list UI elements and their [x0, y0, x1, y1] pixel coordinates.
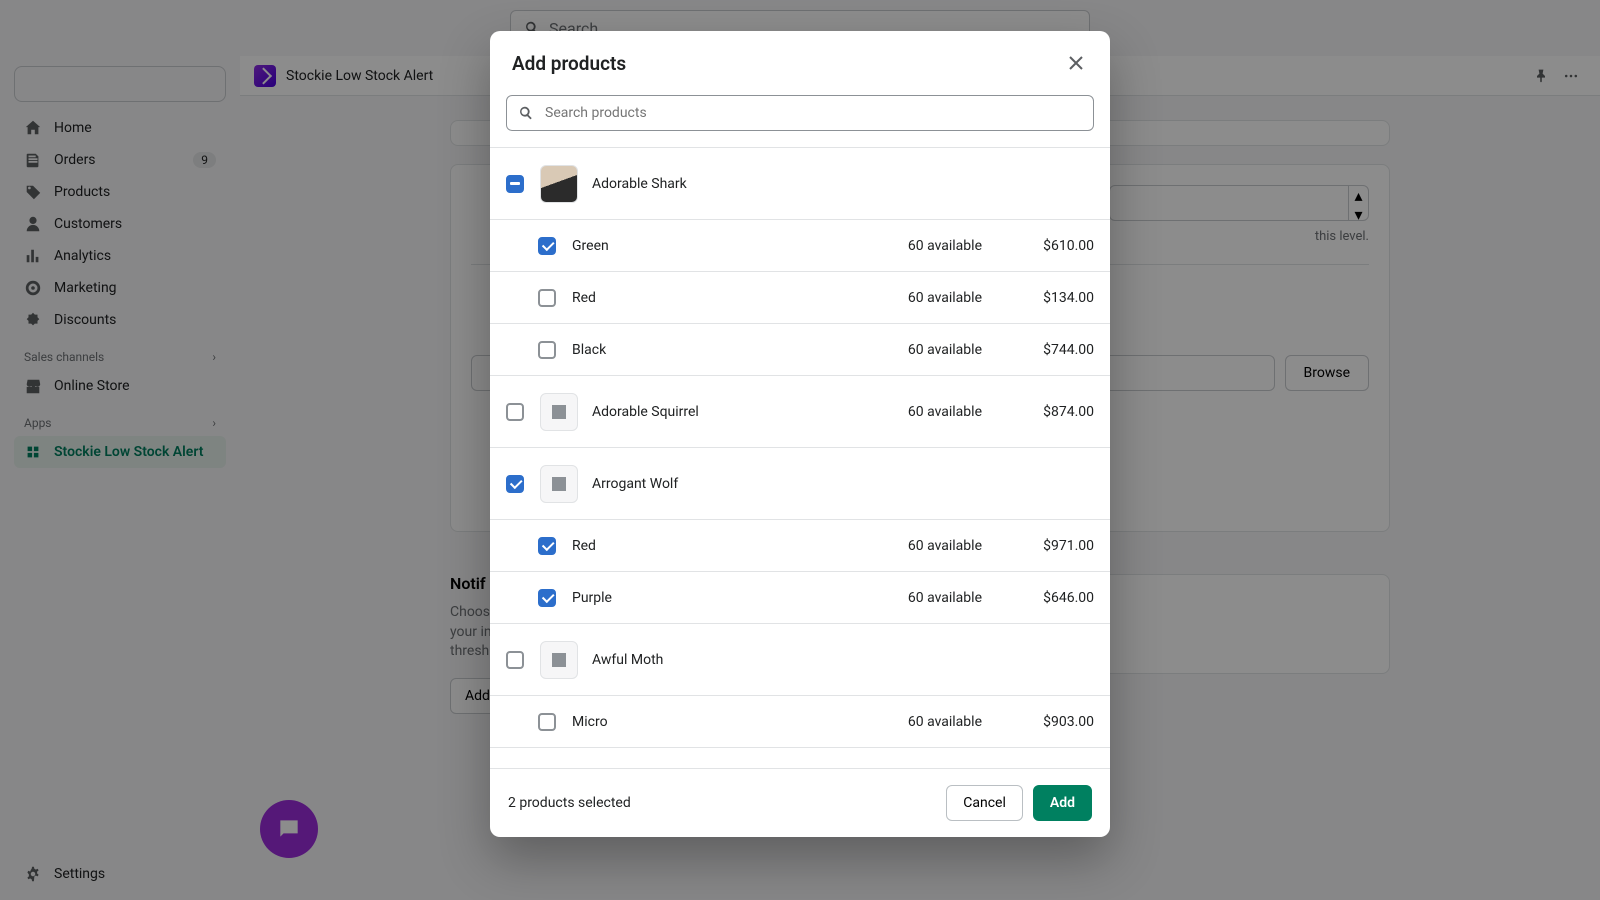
variant-price: $646.00: [1006, 590, 1094, 606]
product-thumbnail: [540, 641, 578, 679]
image-icon: [549, 650, 569, 670]
checkbox[interactable]: [506, 475, 524, 493]
checkbox[interactable]: [538, 713, 556, 731]
product-row[interactable]: Arrogant Wolf: [490, 448, 1110, 520]
variant-available: 60 available: [908, 238, 982, 254]
variant-available: 60 available: [908, 538, 982, 554]
variant-available: 60 available: [908, 290, 982, 306]
variant-row[interactable]: Purple 60 available $646.00: [490, 572, 1110, 624]
image-icon: [549, 474, 569, 494]
checkbox[interactable]: [538, 341, 556, 359]
cancel-button[interactable]: Cancel: [946, 785, 1023, 821]
variant-price: $903.00: [1006, 714, 1094, 730]
checkbox[interactable]: [538, 537, 556, 555]
product-thumbnail: [540, 393, 578, 431]
variant-name: Red: [572, 290, 596, 306]
variant-available: 60 available: [908, 714, 982, 730]
variant-row[interactable]: Red 60 available $134.00: [490, 272, 1110, 324]
checkbox[interactable]: [538, 589, 556, 607]
modal-title: Add products: [512, 52, 626, 75]
close-icon: [1066, 53, 1086, 73]
close-button[interactable]: [1064, 51, 1088, 75]
product-search-input[interactable]: [545, 105, 1083, 121]
variant-row[interactable]: Green 60 available $610.00: [490, 220, 1110, 272]
checkbox[interactable]: [506, 403, 524, 421]
product-price: $874.00: [1006, 404, 1094, 420]
image-icon: [549, 402, 569, 422]
product-row[interactable]: Adorable Squirrel 60 available $874.00: [490, 376, 1110, 448]
product-row[interactable]: Adorable Shark: [490, 148, 1110, 220]
variant-row[interactable]: Micro 60 available $903.00: [490, 696, 1110, 748]
add-products-modal: Add products Adorable Shark Green 60 ava…: [490, 31, 1110, 837]
variant-name: Green: [572, 238, 609, 254]
product-name: Adorable Shark: [592, 176, 687, 192]
variant-name: Micro: [572, 714, 608, 730]
variant-row-partial: [490, 748, 1110, 768]
variant-price: $610.00: [1006, 238, 1094, 254]
checkbox[interactable]: [506, 175, 524, 193]
variant-name: Red: [572, 538, 596, 554]
search-icon: [517, 104, 535, 122]
product-row[interactable]: Awful Moth: [490, 624, 1110, 696]
variant-name: Purple: [572, 590, 612, 606]
checkbox[interactable]: [506, 651, 524, 669]
modal-footer: 2 products selected Cancel Add: [490, 768, 1110, 837]
product-name: Adorable Squirrel: [592, 404, 699, 420]
product-search[interactable]: [506, 95, 1094, 131]
selected-count: 2 products selected: [508, 795, 631, 811]
variant-row[interactable]: Black 60 available $744.00: [490, 324, 1110, 376]
variant-price: $134.00: [1006, 290, 1094, 306]
product-thumbnail: [540, 165, 578, 203]
product-name: Awful Moth: [592, 652, 663, 668]
product-available: 60 available: [908, 404, 982, 420]
variant-row[interactable]: Red 60 available $971.00: [490, 520, 1110, 572]
variant-name: Black: [572, 342, 606, 358]
variant-price: $971.00: [1006, 538, 1094, 554]
checkbox[interactable]: [538, 289, 556, 307]
product-name: Arrogant Wolf: [592, 476, 678, 492]
product-list: Adorable Shark Green 60 available $610.0…: [490, 147, 1110, 768]
add-button[interactable]: Add: [1033, 785, 1092, 821]
product-thumbnail: [540, 465, 578, 503]
checkbox[interactable]: [538, 237, 556, 255]
variant-available: 60 available: [908, 342, 982, 358]
variant-available: 60 available: [908, 590, 982, 606]
variant-price: $744.00: [1006, 342, 1094, 358]
